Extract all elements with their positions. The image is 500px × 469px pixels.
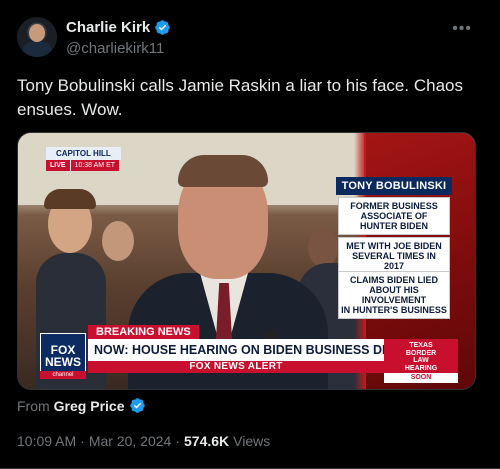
guest-name-card: TONY BOBULINSKI: [336, 177, 452, 195]
more-options-icon[interactable]: •••: [452, 20, 472, 38]
lower-third: FOX NEWS channel BREAKING NEWS NOW: HOUS…: [28, 325, 468, 385]
fact-box-3: CLAIMS BIDEN LIED ABOUT HIS INVOLVEMENT …: [338, 271, 450, 319]
avatar[interactable]: [17, 17, 57, 57]
views-label: Views: [233, 433, 271, 449]
author-name-row: Charlie Kirk: [66, 19, 171, 36]
live-row: LIVE 10:38 AM ET: [46, 160, 121, 171]
tweet-time[interactable]: 10:09 AM: [17, 433, 76, 449]
fact-box-1: FORMER BUSINESS ASSOCIATE OF HUNTER BIDE…: [338, 197, 450, 235]
tweet-meta: 10:09 AM · Mar 20, 2024 · 574.6K Views: [17, 433, 270, 449]
tweet: Charlie Kirk @charliekirk11 ••• Tony Bob…: [0, 0, 500, 469]
fact-box-2: MET WITH JOE BIDEN SEVERAL TIMES IN 2017: [338, 237, 450, 275]
attribution-prefix: From: [17, 397, 50, 414]
live-time: 10:38 AM ET: [69, 160, 120, 171]
fox-news-logo-sub: channel: [40, 371, 86, 379]
headline-bar: NOW: HOUSE HEARING ON BIDEN BUSINESS DEA…: [88, 339, 384, 361]
tweet-media-video[interactable]: CAPITOL HILL LIVE 10:38 AM ET TONY BOBUL…: [17, 132, 476, 390]
author-handle[interactable]: @charliekirk11: [66, 40, 164, 57]
fox-news-alert-bar: FOX NEWS ALERT: [88, 361, 384, 373]
verified-badge-icon: [155, 20, 170, 35]
verified-badge-icon: [129, 398, 145, 413]
promo-soon: SOON: [384, 373, 458, 383]
meta-separator: ·: [80, 433, 85, 449]
breaking-news-tag: BREAKING NEWS: [88, 325, 199, 339]
media-attribution: From Greg Price: [17, 397, 146, 414]
meta-separator: ·: [175, 433, 180, 449]
author-display-name[interactable]: Charlie Kirk: [66, 19, 150, 36]
avatar-face: [29, 24, 45, 42]
background-person-left-hair: [44, 189, 96, 209]
avatar-shirt: [22, 42, 52, 57]
attribution-name[interactable]: Greg Price: [54, 398, 125, 414]
views-count: 574.6K: [184, 433, 230, 449]
promo-texas-border: TEXAS BORDER LAW HEARING: [384, 339, 458, 373]
background-person-right-head: [308, 229, 338, 267]
location-title: CAPITOL HILL: [46, 147, 121, 160]
speaker-hair: [178, 155, 268, 187]
tweet-date[interactable]: Mar 20, 2024: [89, 433, 172, 449]
location-bug: CAPITOL HILL LIVE 10:38 AM ET: [46, 147, 121, 171]
background-person-2-head: [102, 221, 134, 261]
live-tag: LIVE: [46, 160, 70, 171]
tweet-text: Tony Bobulinski calls Jamie Raskin a lia…: [17, 76, 463, 119]
